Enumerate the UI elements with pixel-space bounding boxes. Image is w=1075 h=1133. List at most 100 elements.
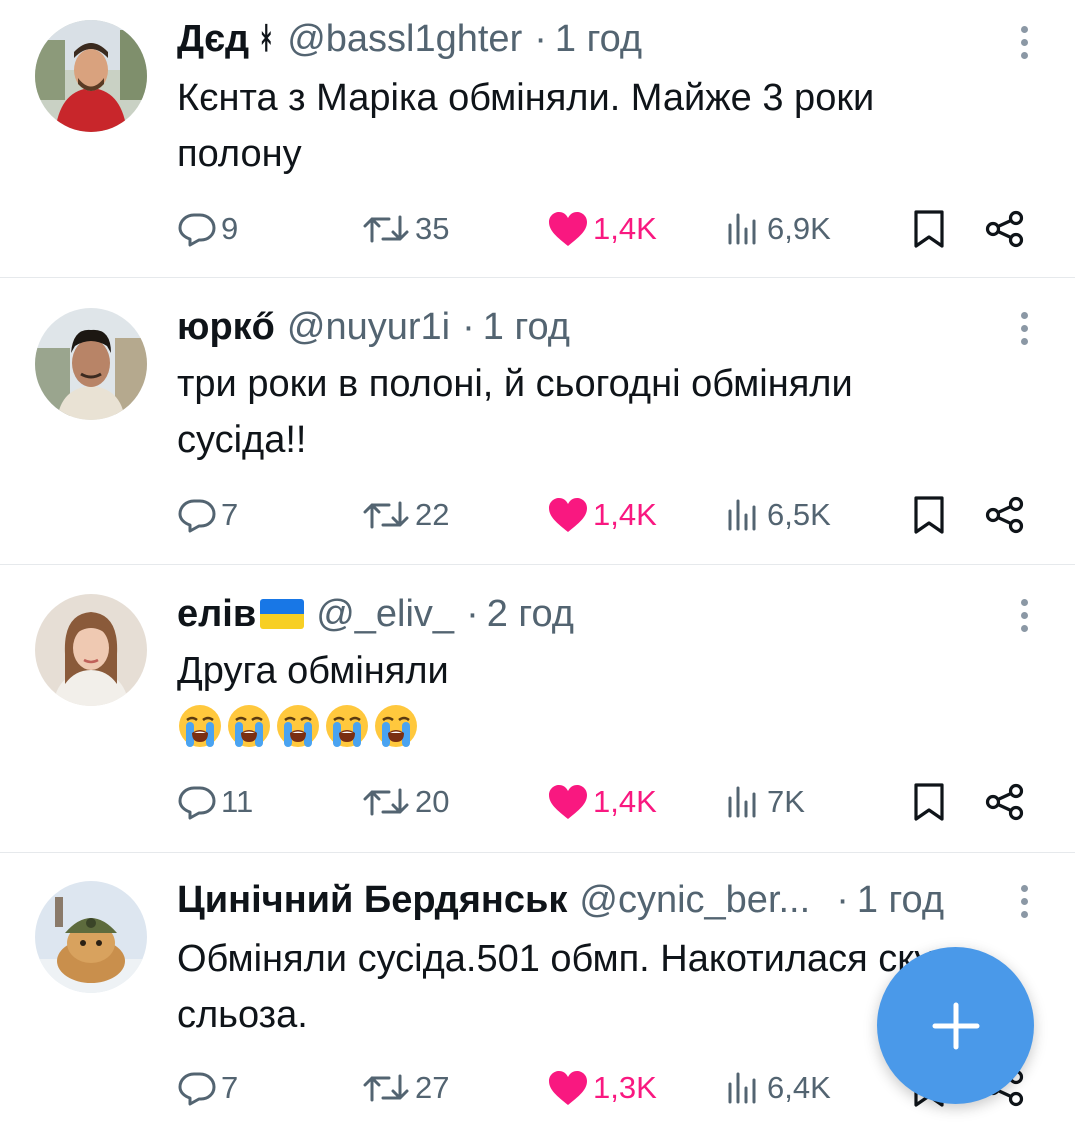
plus-icon (932, 1002, 979, 1049)
author-handle[interactable]: @_eliv_ (316, 593, 454, 636)
reply-icon (178, 213, 216, 247)
timestamp[interactable]: 1 год (857, 879, 944, 922)
reply-icon (178, 1072, 216, 1106)
retweet-icon (363, 788, 409, 816)
retweet-count: 20 (415, 784, 450, 819)
action-bar: 7 22 1,4K 6,5K (177, 490, 1025, 540)
compose-button[interactable] (877, 947, 1034, 1104)
more-vertical-icon[interactable] (1017, 26, 1031, 62)
like-button[interactable]: 1,4K (547, 496, 657, 534)
like-button[interactable]: 1,4K (547, 210, 657, 248)
retweet-icon (363, 1074, 409, 1102)
reply-count: 9 (221, 211, 239, 246)
avatar[interactable] (35, 308, 147, 420)
author-name[interactable]: Дєд (177, 18, 249, 61)
views-button[interactable]: 7K (725, 784, 805, 820)
reply-button[interactable]: 7 (177, 497, 238, 533)
retweet-count: 27 (415, 1070, 450, 1105)
like-button[interactable]: 1,4K (547, 783, 657, 821)
like-count: 1,4K (593, 497, 657, 532)
timestamp[interactable]: 2 год (487, 593, 574, 636)
author-name[interactable]: елів (177, 593, 256, 636)
tweet-text: Обміняли сусіда.501 обмп. Накотилася ску… (177, 938, 976, 1036)
share-icon (985, 783, 1024, 821)
separator-dot: · (462, 305, 475, 348)
author-handle[interactable]: @cynic_ber... (579, 879, 810, 922)
separator-dot: · (534, 17, 547, 60)
author-name[interactable]: юркő (177, 306, 275, 349)
tweet-text: Кєнта з Маріка обміняли. Майже 3 роки по… (177, 77, 875, 175)
reply-button[interactable]: 11 (177, 784, 253, 820)
views-button[interactable]: 6,5K (725, 497, 831, 533)
retweet-button[interactable]: 22 (361, 497, 449, 533)
views-button[interactable]: 6,4K (725, 1070, 831, 1106)
more-vertical-icon[interactable] (1017, 599, 1031, 635)
share-button[interactable] (985, 783, 1025, 821)
retweet-button[interactable]: 35 (361, 211, 449, 247)
like-count: 1,3K (593, 1070, 657, 1105)
author-handle[interactable]: @bassl1ghter (287, 18, 522, 61)
ukraine-flag-icon (260, 599, 305, 629)
retweet-count: 22 (415, 497, 450, 532)
tweet[interactable]: юркő @nuyur1i · 1 год три роки в полоні,… (0, 278, 1075, 565)
heart-icon (549, 785, 587, 819)
views-button[interactable]: 6,9K (725, 211, 831, 247)
separator-dot: · (836, 878, 849, 921)
reply-button[interactable]: 7 (177, 1070, 238, 1106)
retweet-icon (363, 215, 409, 243)
like-count: 1,4K (593, 211, 657, 246)
timestamp[interactable]: 1 год (483, 306, 570, 349)
views-count: 6,5K (767, 497, 831, 532)
loudly-crying-face-icon (326, 705, 368, 747)
bookmark-icon (914, 496, 944, 534)
views-icon (728, 1072, 756, 1104)
author-handle[interactable]: @nuyur1i (287, 306, 450, 349)
share-button[interactable] (985, 496, 1025, 534)
bookmark-button[interactable] (912, 495, 946, 535)
tweet[interactable]: елів @_eliv_ · 2 год Друга обміняли 11 2… (0, 565, 1075, 853)
views-icon (728, 213, 756, 245)
bookmark-icon (914, 210, 944, 248)
retweet-button[interactable]: 27 (361, 1070, 449, 1106)
avatar[interactable] (35, 881, 147, 993)
tweet-text: три роки в полоні, й сьогодні обміняли с… (177, 363, 853, 461)
views-count: 7K (767, 784, 805, 819)
loudly-crying-face-icon (375, 705, 417, 747)
views-count: 6,4K (767, 1070, 831, 1105)
reply-button[interactable]: 9 (177, 211, 238, 247)
timestamp[interactable]: 1 год (555, 18, 642, 61)
views-count: 6,9K (767, 211, 831, 246)
tweet[interactable]: Дєд ᚼ @bassl1ghter · 1 год Кєнта з Марік… (0, 0, 1075, 278)
loudly-crying-face-icon (277, 705, 319, 747)
bookmark-button[interactable] (912, 209, 946, 249)
avatar[interactable] (35, 20, 147, 132)
views-icon (728, 786, 756, 818)
reply-icon (178, 786, 216, 820)
share-icon (985, 210, 1024, 248)
action-bar: 11 20 1,4K 7K (177, 777, 1025, 827)
like-button[interactable]: 1,3K (547, 1069, 657, 1107)
loudly-crying-face-icon (228, 705, 270, 747)
share-button[interactable] (985, 210, 1025, 248)
bookmark-icon (914, 783, 944, 821)
heart-icon (549, 498, 587, 532)
author-name[interactable]: Цинічний Бердянськ (177, 879, 567, 922)
reply-count: 7 (221, 1070, 239, 1105)
views-icon (728, 499, 756, 531)
retweet-icon (363, 501, 409, 529)
action-bar: 9 35 1,4K 6,9K (177, 204, 1025, 254)
reply-count: 11 (221, 784, 254, 819)
more-vertical-icon[interactable] (1017, 312, 1031, 348)
emoji-row (177, 703, 987, 749)
bookmark-button[interactable] (912, 782, 946, 822)
share-icon (985, 496, 1024, 534)
heart-icon (549, 212, 587, 246)
retweet-button[interactable]: 20 (361, 784, 449, 820)
like-count: 1,4K (593, 784, 657, 819)
reply-icon (178, 499, 216, 533)
loudly-crying-face-icon (179, 705, 221, 747)
tweet-text-line: Друга обміняли (177, 650, 449, 692)
reply-count: 7 (221, 497, 239, 532)
avatar[interactable] (35, 594, 147, 706)
more-vertical-icon[interactable] (1017, 885, 1031, 921)
